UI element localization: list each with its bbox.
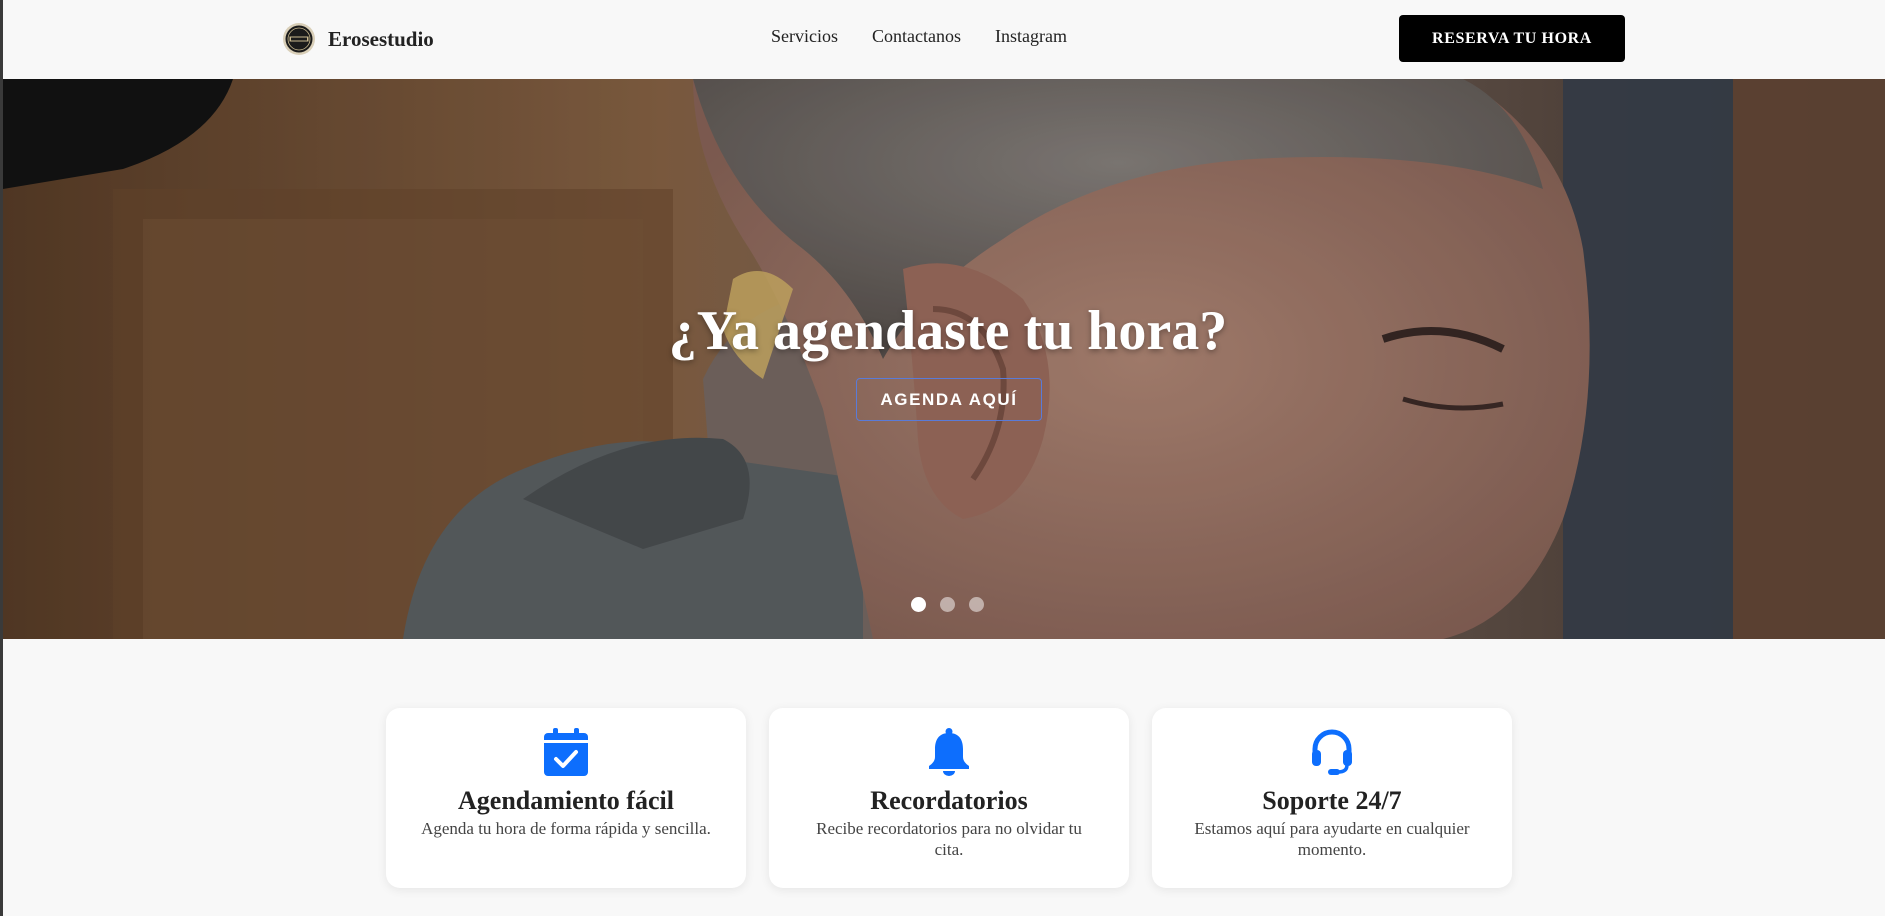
nav-link-servicios[interactable]: Servicios	[771, 26, 838, 47]
brand-name: Erosestudio	[328, 26, 434, 51]
nav-link-contactanos[interactable]: Contactanos	[872, 26, 961, 47]
brand-link[interactable]: Erosestudio	[282, 20, 434, 58]
brand-logo-icon	[283, 23, 315, 55]
bell-icon	[929, 728, 969, 776]
carousel-indicators	[911, 597, 984, 612]
features-section: Agendamiento fácil Agenda tu hora de for…	[386, 708, 1512, 888]
agenda-button[interactable]: AGENDA AQUÍ	[856, 378, 1042, 421]
feature-text: Agenda tu hora de forma rápida y sencill…	[421, 819, 711, 838]
nav-links: Servicios Contactanos Instagram	[771, 26, 1067, 47]
carousel-dot-1[interactable]	[911, 597, 926, 612]
carousel-dot-3[interactable]	[969, 597, 984, 612]
reserve-button[interactable]: RESERVA TU HORA	[1399, 15, 1625, 62]
feature-text: Estamos aquí para ayudarte en cualquier …	[1194, 819, 1470, 860]
feature-title: Soporte 24/7	[1262, 786, 1402, 815]
headset-icon	[1312, 729, 1352, 775]
carousel-dot-2[interactable]	[940, 597, 955, 612]
nav-link-instagram[interactable]: Instagram	[995, 26, 1067, 47]
feature-card-soporte: Soporte 24/7 Estamos aquí para ayudarte …	[1152, 708, 1512, 888]
feature-text: Recibe recordatorios para no olvidar tu …	[816, 819, 1082, 860]
navbar: Erosestudio Servicios Contactanos Instag…	[3, 0, 1885, 79]
feature-title: Recordatorios	[870, 786, 1028, 815]
calendar-check-icon	[544, 728, 588, 776]
hero-title: ¿Ya agendaste tu hora?	[668, 300, 1228, 362]
feature-card-recordatorios: Recordatorios Recibe recordatorios para …	[769, 708, 1129, 888]
hero-carousel: ¿Ya agendaste tu hora? AGENDA AQUÍ	[3, 79, 1885, 639]
feature-title: Agendamiento fácil	[458, 786, 674, 815]
feature-card-agendamiento: Agendamiento fácil Agenda tu hora de for…	[386, 708, 746, 888]
